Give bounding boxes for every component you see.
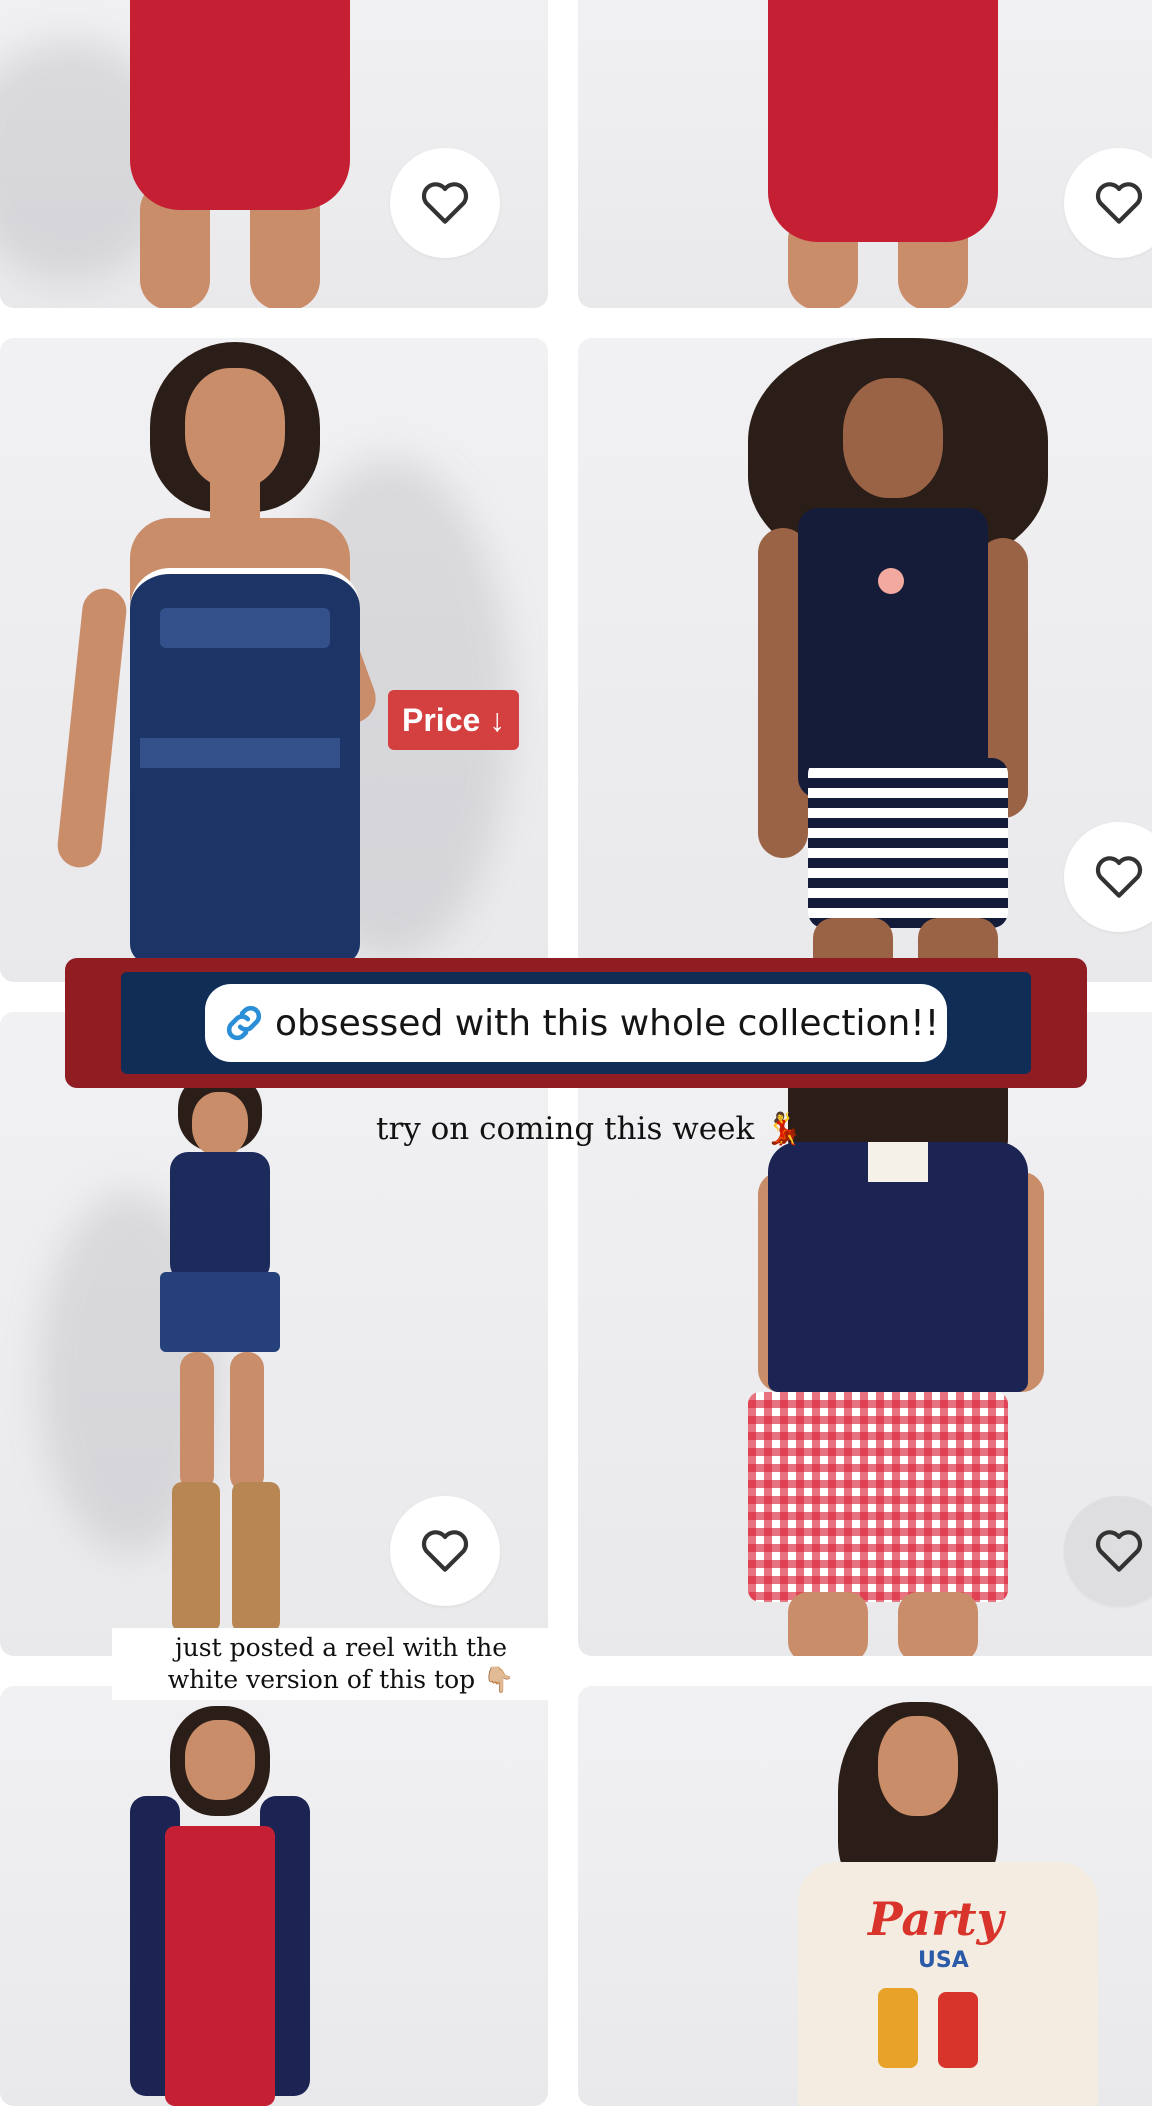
heart-outline-icon (421, 182, 469, 224)
model-figure (120, 1072, 360, 1652)
reel-caption: just posted a reel with the white versio… (112, 1628, 570, 1700)
try-on-caption: try on coming this week 💃 (376, 1111, 803, 1147)
link-sticker[interactable]: obsessed with this whole collection!! (65, 958, 1087, 1088)
product-card[interactable]: Party USA (578, 1686, 1152, 2106)
favorite-button[interactable] (390, 148, 500, 258)
model-figure (748, 338, 1048, 982)
reel-caption-line-2: white version of this top 👇🏼 (167, 1665, 515, 1694)
product-card[interactable] (0, 0, 548, 308)
link-sticker-inner: obsessed with this whole collection!! (121, 972, 1031, 1074)
tee-graphic-subtext: USA (918, 1948, 969, 1973)
heart-outline-icon (1095, 856, 1143, 898)
heart-outline-icon (1095, 182, 1143, 224)
product-card[interactable] (578, 1012, 1152, 1656)
link-sticker-pill[interactable]: obsessed with this whole collection!! (205, 984, 947, 1062)
product-card[interactable] (0, 1686, 548, 2106)
reel-caption-line-1: just posted a reel with the (174, 1633, 508, 1662)
product-card[interactable] (0, 1012, 548, 1656)
favorite-button[interactable] (390, 1496, 500, 1606)
model-figure: Party USA (798, 1702, 1098, 2106)
price-drop-badge: Price ↓ (388, 690, 520, 750)
model-figure (768, 0, 1008, 308)
product-card[interactable] (578, 338, 1152, 982)
link-sticker-text: obsessed with this whole collection!! (275, 1002, 940, 1044)
model-figure (748, 1012, 1048, 1656)
heart-outline-icon (1095, 1530, 1143, 1572)
model-figure (120, 1706, 320, 2106)
product-card[interactable] (578, 0, 1152, 308)
tee-graphic-text: Party (868, 1892, 1004, 1946)
heart-outline-icon (421, 1530, 469, 1572)
product-card[interactable]: Price ↓ (0, 338, 548, 982)
model-figure (130, 0, 370, 308)
model-figure (55, 338, 480, 982)
link-icon (226, 1005, 262, 1041)
